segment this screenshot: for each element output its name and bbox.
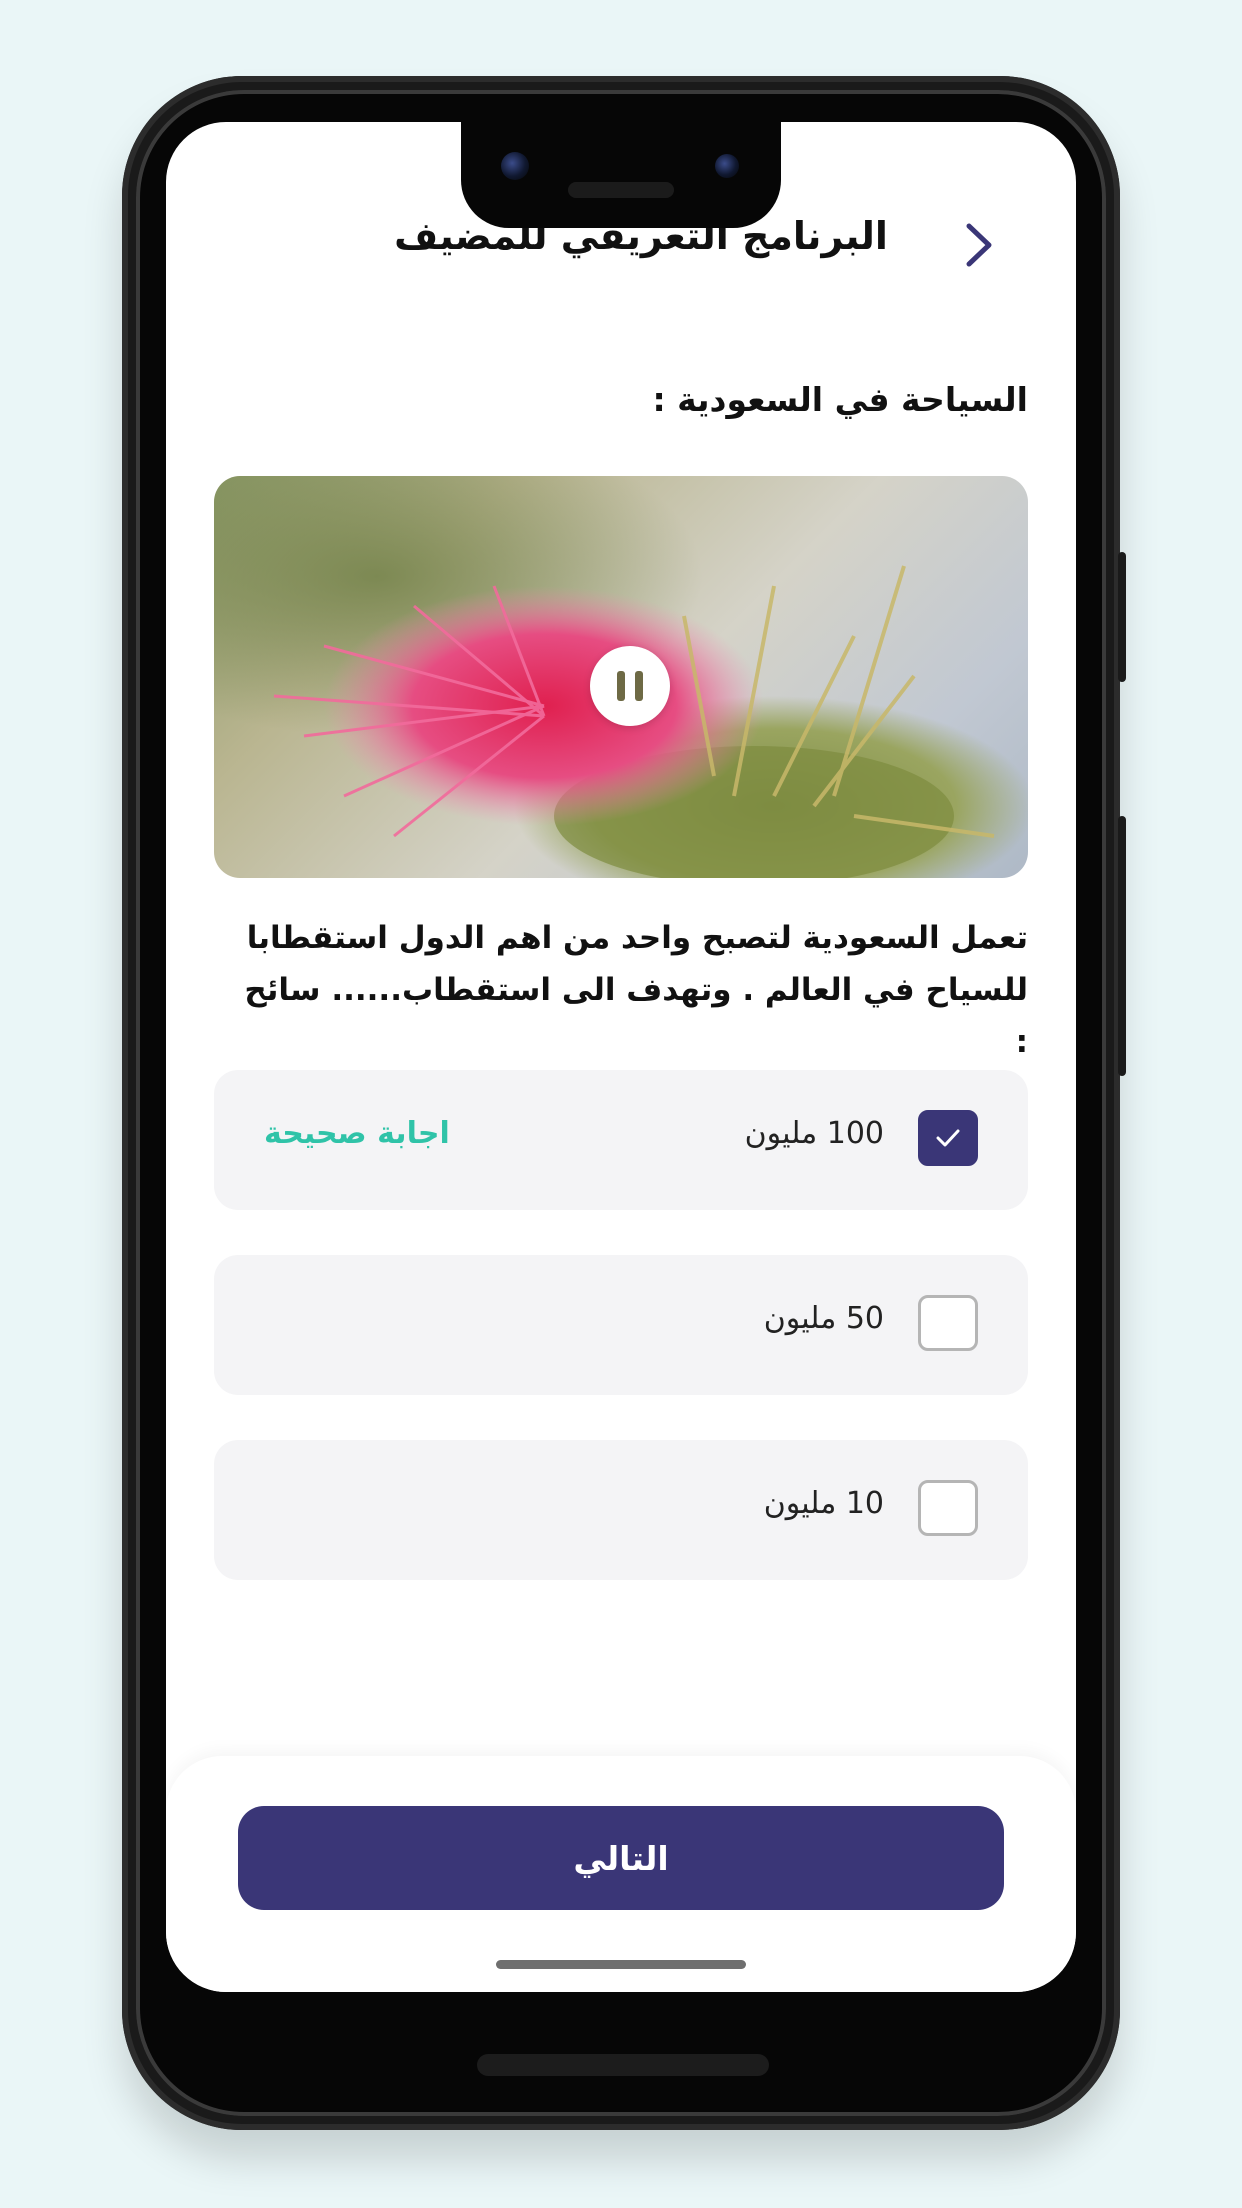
earpiece-speaker: [568, 182, 674, 198]
option-3-label: 10 مليون: [763, 1486, 884, 1521]
option-3-checkbox[interactable]: [918, 1480, 978, 1536]
front-sensor: [715, 154, 739, 178]
option-1-checkbox[interactable]: [918, 1110, 978, 1166]
pause-button[interactable]: [590, 646, 670, 726]
front-camera: [501, 152, 529, 180]
option-1[interactable]: 100 مليون اجابة صحيحة: [214, 1070, 1028, 1210]
option-3[interactable]: 10 مليون: [214, 1440, 1028, 1580]
section-title: السياحة في السعودية :: [652, 380, 1028, 419]
volume-button: [1118, 552, 1126, 682]
option-2[interactable]: 50 مليون: [214, 1255, 1028, 1395]
app-screen: البرنامج التعريفي للمضيف السياحة في السع…: [166, 122, 1076, 1992]
pause-icon: [617, 671, 625, 701]
question-text: تعمل السعودية لتصبح واحد من اهم الدول اس…: [244, 920, 1028, 1060]
home-indicator[interactable]: [496, 1960, 746, 1969]
chevron-right-icon: [966, 223, 992, 267]
video-player[interactable]: [214, 476, 1028, 878]
check-icon: [936, 1129, 960, 1147]
option-2-label: 50 مليون: [763, 1301, 884, 1336]
option-2-checkbox[interactable]: [918, 1295, 978, 1351]
correct-answer-badge: اجابة صحيحة: [264, 1116, 450, 1151]
back-button[interactable]: [956, 218, 1000, 272]
phone-bottom-speaker: [477, 2054, 769, 2076]
phone-notch: [461, 110, 781, 228]
power-button: [1118, 816, 1126, 1076]
option-1-label: 100 مليون: [744, 1116, 884, 1151]
next-button[interactable]: التالي: [238, 1806, 1004, 1910]
